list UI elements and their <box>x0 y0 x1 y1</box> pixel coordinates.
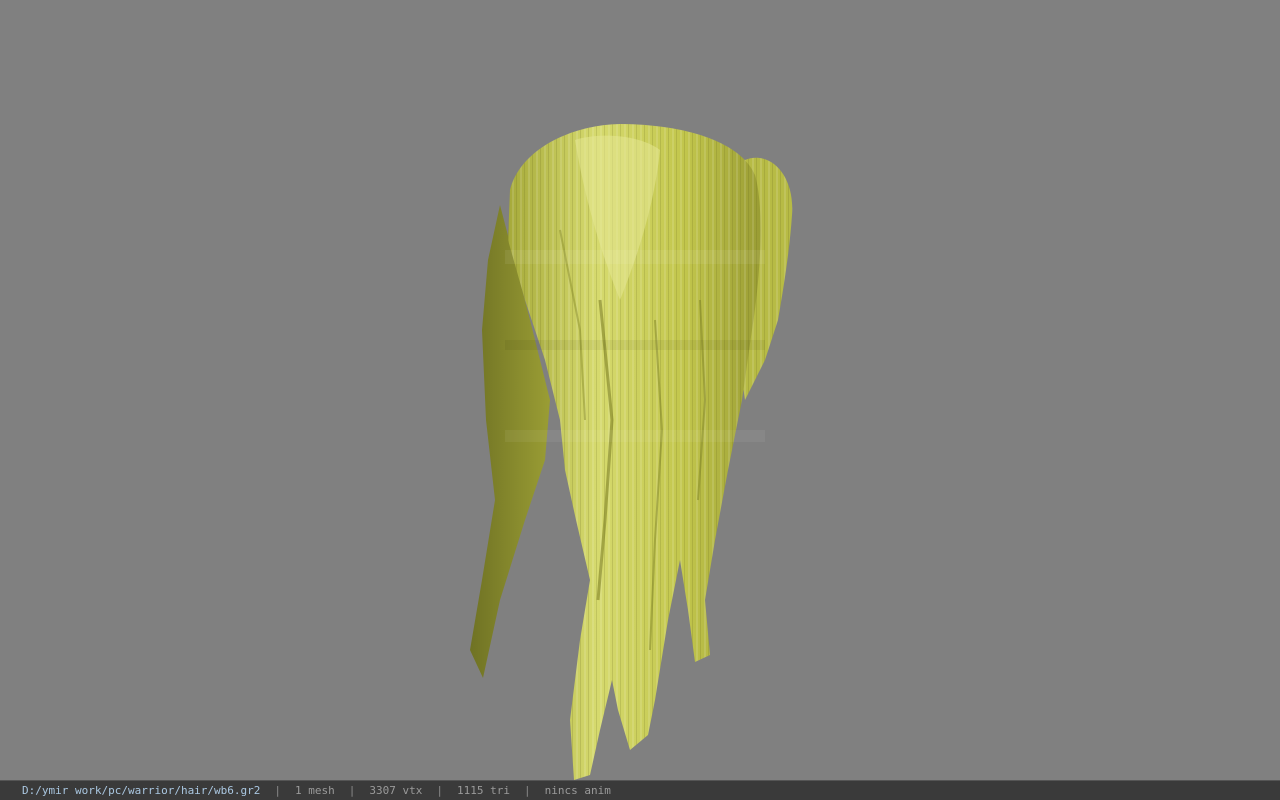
status-bar: D:/ymir work/pc/warrior/hair/wb6.gr2 | 1 m… <box>0 780 1280 800</box>
status-separator: | <box>348 784 356 797</box>
hair-model[interactable] <box>0 0 1280 780</box>
3d-viewport[interactable] <box>0 0 1280 780</box>
mesh-count: 1 mesh <box>295 784 335 797</box>
vertex-count: 3307 vtx <box>369 784 423 797</box>
status-separator: | <box>274 784 282 797</box>
status-separator: | <box>436 784 444 797</box>
triangle-count: 1115 tri <box>457 784 511 797</box>
file-path: D:/ymir work/pc/warrior/hair/wb6.gr2 <box>22 784 261 797</box>
status-separator: | <box>524 784 531 797</box>
animation-status: nincs anim <box>544 784 611 797</box>
